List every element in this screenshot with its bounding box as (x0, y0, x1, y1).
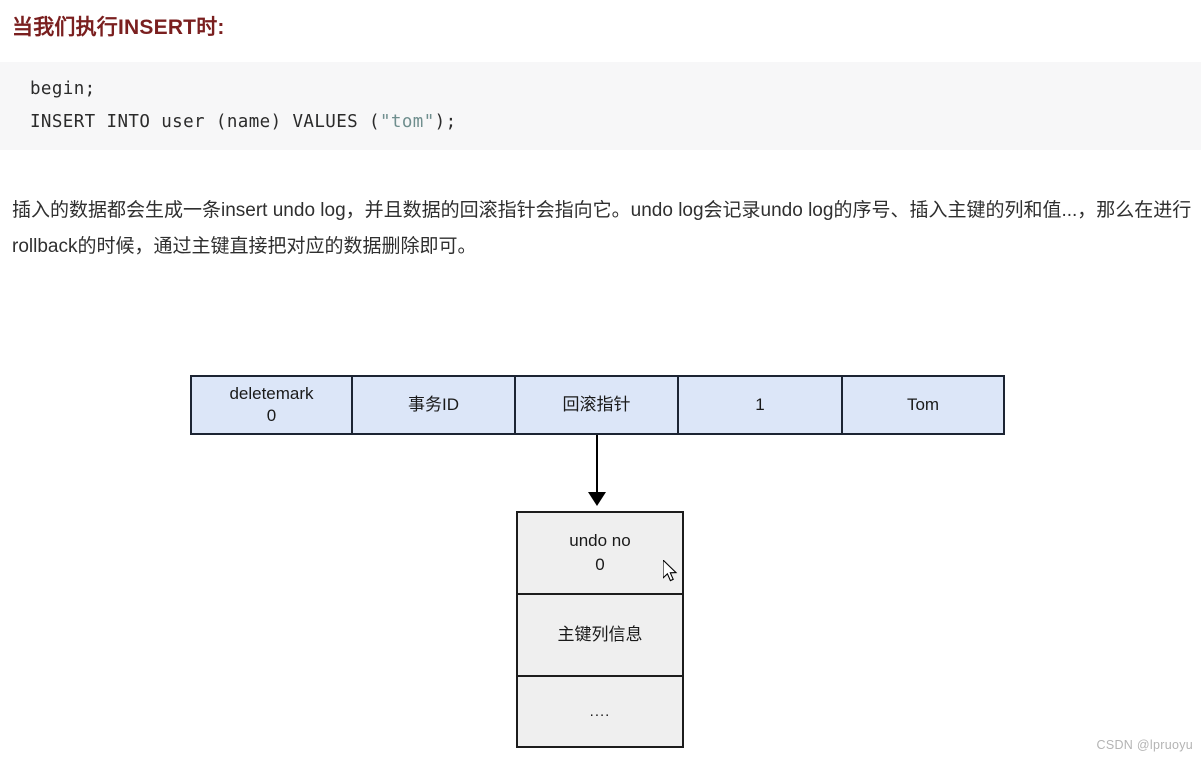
undo-log-box: undo no 0 主键列信息 .... (516, 511, 684, 748)
watermark: CSDN @lpruoyu (1096, 738, 1193, 752)
record-cell-label: 回滚指针 (562, 395, 631, 414)
mouse-pointer-icon (663, 560, 678, 582)
record-cell-primary-key: 1 (679, 377, 843, 433)
record-cell-sublabel: 0 (266, 406, 277, 425)
record-cell-deletemark: deletemark 0 (192, 377, 353, 433)
page-title: 当我们执行INSERT时: (12, 16, 225, 39)
undo-log-cell-primary-key-info: 主键列信息 (518, 595, 682, 677)
rollback-pointer-arrow-head-icon (588, 492, 606, 506)
body-paragraph: 插入的数据都会生成一条insert undo log，并且数据的回滚指针会指向它… (12, 200, 1192, 257)
undo-log-cell-undo-no: undo no 0 (518, 513, 682, 595)
record-cell-label: Tom (906, 395, 940, 414)
record-cell-rollback-pointer: 回滚指针 (516, 377, 679, 433)
record-cell-label: 1 (755, 395, 765, 414)
undo-log-cell-sublabel: 0 (595, 555, 605, 574)
undo-log-cell-ellipsis: .... (518, 677, 682, 746)
rollback-pointer-arrow-line (596, 435, 598, 497)
undo-log-cell-label: undo no (569, 531, 631, 550)
code-token-string: "tom" (379, 112, 435, 132)
undo-log-cell-label: .... (589, 702, 611, 720)
code-line-insert: INSERT INTO user (name) VALUES ("tom"); (30, 112, 457, 132)
code-line-begin: begin; (30, 79, 96, 99)
record-cell-label: deletemark (229, 384, 314, 403)
code-token-terminator: ); (434, 112, 457, 132)
code-token-statement: INSERT INTO user (name) VALUES ( (30, 112, 380, 132)
undo-log-cell-label: 主键列信息 (557, 625, 643, 644)
record-cell-name: Tom (843, 377, 1003, 433)
code-block: begin; INSERT INTO user (name) VALUES ("… (0, 62, 1201, 150)
record-row: deletemark 0 事务ID 回滚指针 1 Tom (190, 375, 1005, 435)
record-cell-label: 事务ID (408, 395, 459, 414)
record-cell-transaction-id: 事务ID (353, 377, 516, 433)
